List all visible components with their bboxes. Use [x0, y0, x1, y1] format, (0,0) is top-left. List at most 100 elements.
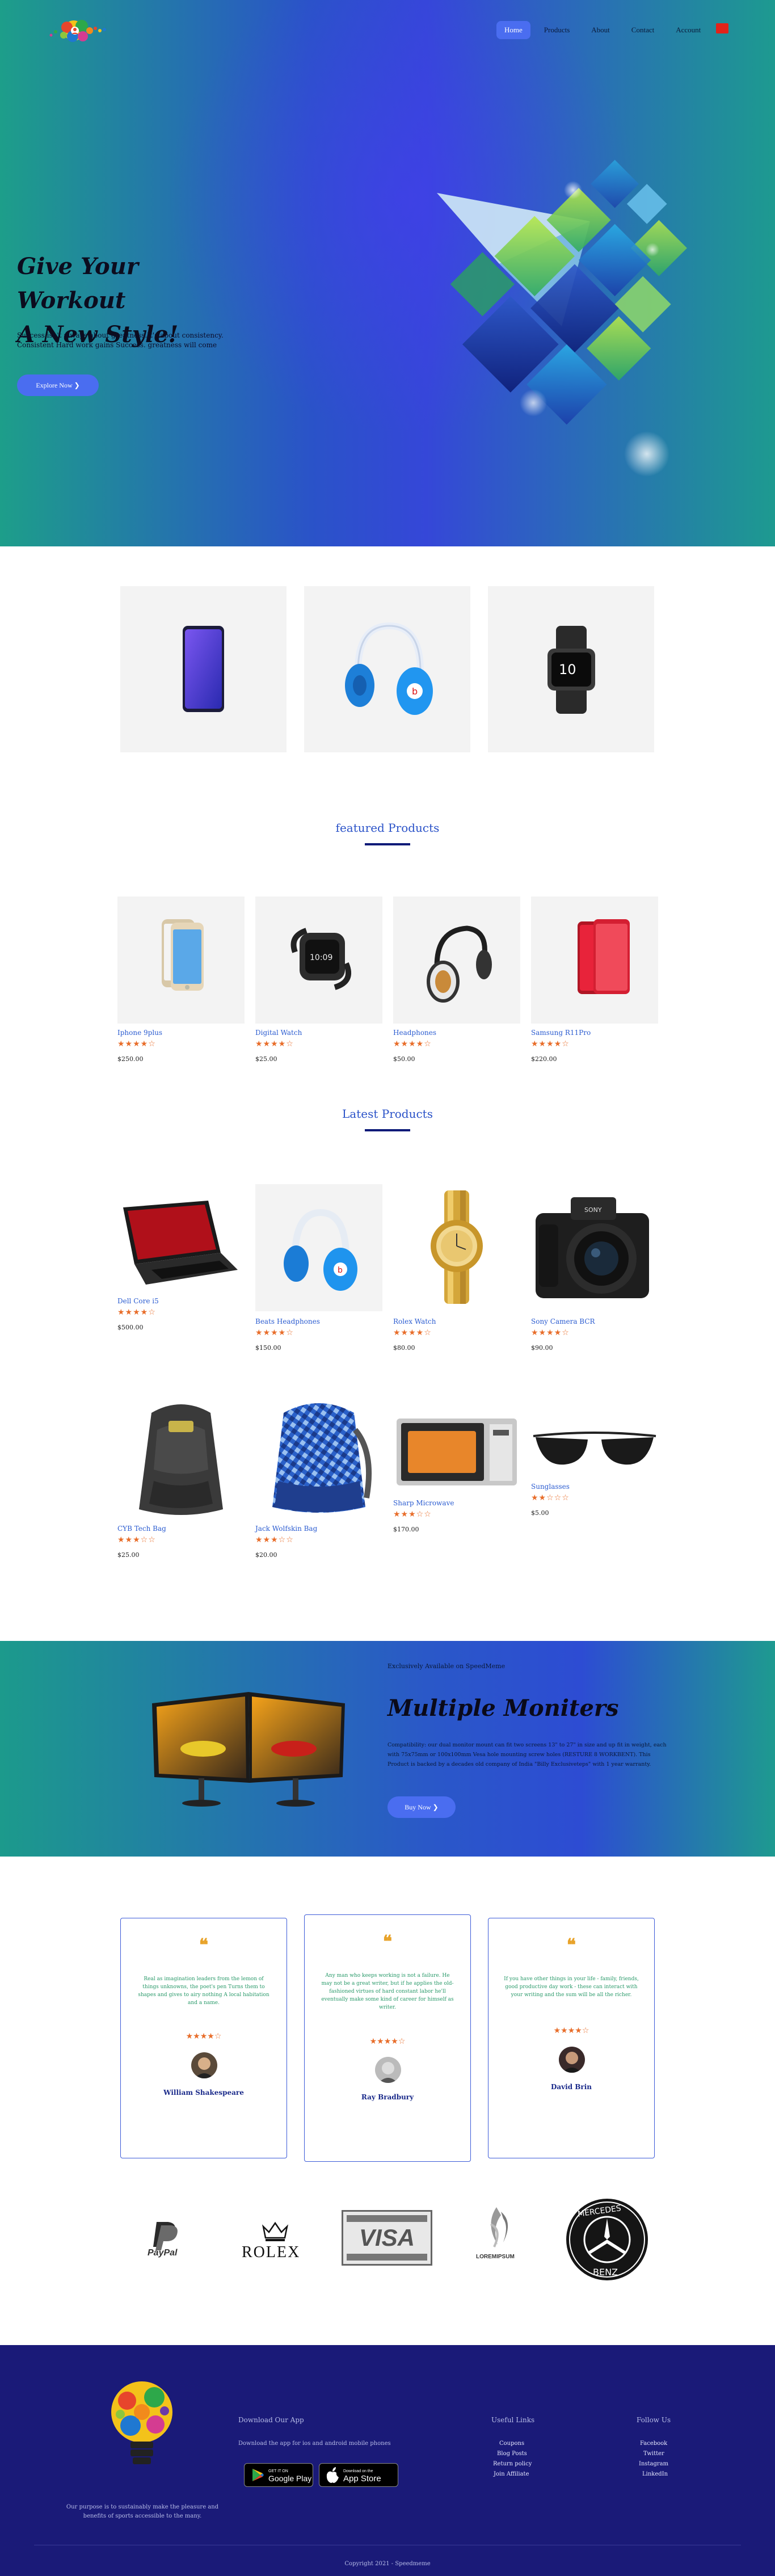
link-coupons[interactable]: Coupons	[499, 2440, 524, 2447]
brand-visa[interactable]: VISA	[342, 2210, 432, 2266]
smartwatch-image: 10	[547, 626, 595, 714]
brand-rolex[interactable]: ROLEX	[233, 2219, 318, 2264]
link-twitter[interactable]: Twitter	[643, 2451, 664, 2457]
rating-stars: ★★★★☆	[393, 1039, 432, 1049]
hero-subtitle: Success isn't always about greatness.It'…	[17, 331, 255, 350]
product-name[interactable]: Sharp Microwave	[393, 1499, 454, 1507]
svg-text:b: b	[412, 686, 418, 697]
rolex-watch-image[interactable]	[393, 1185, 520, 1310]
svg-text:SONY: SONY	[584, 1206, 602, 1214]
paypal-label: PayPal	[148, 2248, 178, 2258]
nav-home[interactable]: Home	[496, 21, 530, 39]
hero-subtitle-line1: Success isn't always about greatness.It'…	[17, 331, 224, 339]
digital-watch-image: 10:09	[290, 928, 351, 990]
site-logo[interactable]	[45, 14, 111, 48]
rating-stars: ★★★★☆	[531, 1328, 570, 1337]
banner-body-line2: with 75x75mm or 100x100mm Vesa hole moun…	[387, 1752, 651, 1758]
microwave-image[interactable]	[393, 1407, 520, 1492]
jack-wolfskin-bag-image[interactable]	[255, 1396, 382, 1521]
product-name[interactable]: Dell Core i5	[117, 1297, 159, 1305]
banner-title: Multiple Moniters	[387, 1695, 619, 1721]
brand-paypal[interactable]: PayPal	[134, 2219, 196, 2258]
sunglasses-image[interactable]	[531, 1427, 658, 1472]
product-card-digital-watch[interactable]: 10:09	[255, 896, 382, 1024]
rating-stars: ★★★★☆	[117, 1308, 156, 1317]
link-blog-posts[interactable]: Blog Posts	[497, 2451, 527, 2457]
google-play-text: GET IT ON Google Play	[268, 2468, 311, 2482]
product-card-headphones[interactable]	[393, 896, 520, 1024]
cyb-bag-image[interactable]	[117, 1396, 245, 1521]
testimonial-card: ❝ If you have other things in your life …	[488, 1918, 655, 2158]
nav-account[interactable]: Account	[668, 21, 709, 39]
link-facebook[interactable]: Facebook	[640, 2440, 667, 2447]
showcase-headphones-tile[interactable]: b	[304, 586, 470, 752]
svg-text:BENZ: BENZ	[593, 2267, 618, 2278]
samsung-phone-image	[578, 919, 630, 994]
product-name[interactable]: Digital Watch	[255, 1029, 302, 1037]
link-return-policy[interactable]: Return policy	[493, 2461, 532, 2467]
product-price: $220.00	[531, 1055, 557, 1063]
product-name[interactable]: Headphones	[393, 1029, 436, 1037]
rating-stars: ★★★★☆	[117, 1039, 156, 1049]
product-name[interactable]: Sony Camera BCR	[531, 1318, 595, 1325]
sony-camera-image[interactable]: SONY	[531, 1185, 658, 1310]
product-name[interactable]: Beats Headphones	[255, 1318, 320, 1325]
explore-now-button[interactable]: Explore Now ❯	[17, 374, 99, 396]
app-title: Download Our App	[238, 2416, 304, 2424]
avatar	[559, 2047, 585, 2073]
mercedes-benz-logo[interactable]: MERCEDES BENZ	[565, 2197, 650, 2282]
link-linkedin[interactable]: LinkedIn	[642, 2471, 668, 2477]
buy-now-button[interactable]: Buy Now ❯	[387, 1796, 456, 1818]
nav-contact[interactable]: Contact	[624, 21, 662, 39]
product-name[interactable]: Rolex Watch	[393, 1318, 436, 1325]
showcase-watch-tile[interactable]: 10	[488, 586, 654, 752]
useful-links-title: Useful Links	[491, 2416, 535, 2424]
testimonial-card: ❝ Real as imagination leaders from the l…	[120, 1918, 287, 2158]
dual-monitor-image	[152, 1692, 345, 1807]
link-instagram[interactable]: Instagram	[639, 2461, 668, 2467]
latest-underline	[365, 1129, 410, 1131]
app-store-button[interactable]: Download on the App Store	[319, 2463, 398, 2487]
product-name[interactable]: Samsung R11Pro	[531, 1029, 591, 1037]
featured-underline	[365, 843, 410, 845]
link-join-affiliate[interactable]: Join Affiliate	[494, 2471, 529, 2477]
visa-label: VISA	[359, 2224, 415, 2251]
product-name[interactable]: CYB Tech Bag	[117, 1525, 166, 1533]
phone-image	[183, 626, 224, 712]
site-footer: Our purpose is to sustainably make the p…	[0, 2345, 775, 2576]
banner-body: Compatibility: our dual monitor mount ca…	[387, 1740, 671, 1769]
product-price: $500.00	[117, 1324, 144, 1331]
product-card-samsung[interactable]	[531, 896, 658, 1024]
loremipsum-logo	[490, 2207, 508, 2247]
footer-mission: Our purpose is to sustainably make the p…	[66, 2504, 219, 2519]
product-name[interactable]: Jack Wolfskin Bag	[255, 1525, 317, 1533]
loremipsum-label: LOREMIPSUM	[476, 2254, 515, 2260]
svg-text:10: 10	[559, 662, 576, 677]
promo-banner: Exclusively Available on SpeedMeme Multi…	[0, 1641, 775, 1857]
follow-us-title: Follow Us	[637, 2416, 671, 2424]
product-name[interactable]: Sunglasses	[531, 1483, 570, 1491]
product-price: $170.00	[393, 1526, 419, 1533]
brand-loremipsum[interactable]: LOREMIPSUM	[468, 2202, 530, 2270]
product-price: $20.00	[255, 1551, 277, 1559]
testimonial-author: William Shakespeare	[163, 2089, 244, 2097]
product-name[interactable]: Iphone 9plus	[117, 1029, 162, 1037]
hero-title-line1: Give Your Workout	[17, 253, 138, 314]
quote-icon: ❝	[566, 1935, 576, 1955]
testimonial-card: ❝ Any man who keeps working is not a fai…	[304, 1914, 471, 2162]
latest-title: Latest Products	[342, 1107, 433, 1121]
product-price: $5.00	[531, 1509, 549, 1517]
apple-icon	[326, 2467, 339, 2483]
visa-stripe-bottom	[347, 2254, 427, 2261]
rolex-crown-logo	[262, 2221, 289, 2241]
product-card-iphone[interactable]	[117, 896, 245, 1024]
nav-about[interactable]: About	[583, 21, 618, 39]
showcase-phone-tile[interactable]	[120, 586, 287, 752]
cart-icon[interactable]	[716, 23, 728, 33]
headphones-image	[427, 925, 492, 1003]
product-card-beats[interactable]: b	[255, 1184, 382, 1311]
beats-headphones-image: b	[284, 1209, 357, 1291]
laptop-image[interactable]	[117, 1185, 245, 1298]
nav-products[interactable]: Products	[536, 21, 578, 39]
google-play-button[interactable]: GET IT ON Google Play	[244, 2463, 313, 2487]
